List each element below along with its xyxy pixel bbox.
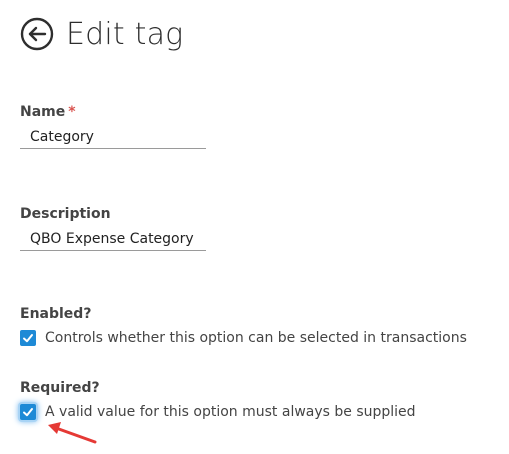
name-label: Name * (20, 104, 76, 120)
required-star: * (68, 104, 76, 120)
arrow-left-circle-icon (20, 17, 54, 51)
enabled-option[interactable]: Controls whether this option can be sele… (20, 330, 467, 346)
enabled-checkbox[interactable] (20, 330, 36, 346)
required-checkbox[interactable] (20, 404, 36, 420)
required-label: Required? (20, 380, 100, 396)
annotation-arrow-icon (48, 422, 97, 444)
description-input[interactable] (20, 227, 206, 251)
back-button[interactable] (20, 17, 54, 51)
description-label: Description (20, 206, 111, 222)
page-header: Edit tag (20, 12, 183, 56)
enabled-description: Controls whether this option can be sele… (45, 330, 467, 346)
name-label-text: Name (20, 104, 66, 120)
checkmark-icon (23, 408, 33, 417)
name-input[interactable] (20, 125, 206, 149)
checkmark-icon (23, 334, 33, 343)
enabled-label: Enabled? (20, 306, 92, 322)
required-description: A valid value for this option must alway… (45, 404, 416, 420)
page-title: Edit tag (66, 16, 184, 52)
required-option[interactable]: A valid value for this option must alway… (20, 404, 416, 420)
